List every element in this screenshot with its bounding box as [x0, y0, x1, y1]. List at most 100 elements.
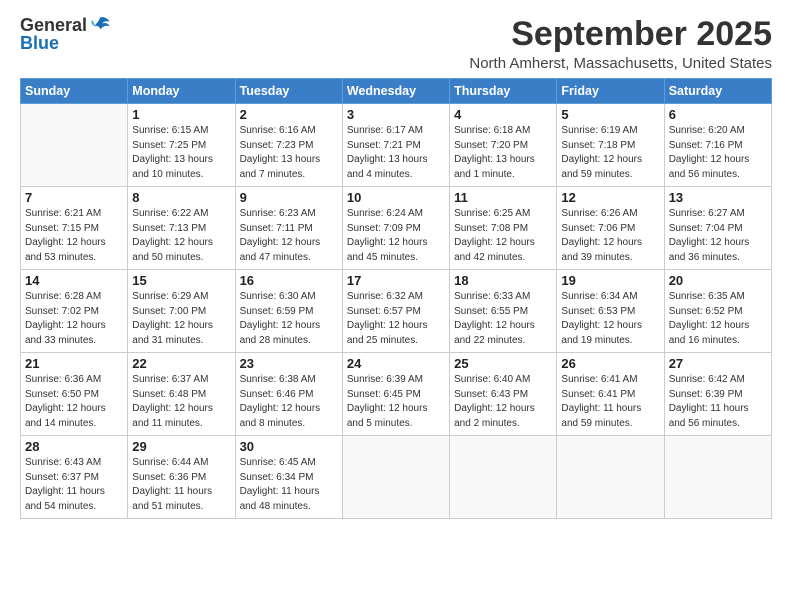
- weekday-header-row: Sunday Monday Tuesday Wednesday Thursday…: [21, 79, 772, 104]
- day-info: Sunrise: 6:34 AM Sunset: 6:53 PM Dayligh…: [561, 290, 659, 348]
- table-row: 6 Sunrise: 6:20 AM Sunset: 7:16 PM Daylig…: [664, 104, 771, 187]
- table-row: 26 Sunrise: 6:41 AM Sunset: 6:41 PM Dayli…: [557, 353, 664, 436]
- day-number: 7: [25, 190, 123, 205]
- header-sunday: Sunday: [21, 79, 128, 104]
- calendar-week-row: 14 Sunrise: 6:28 AM Sunset: 7:02 PM Dayli…: [21, 270, 772, 353]
- table-row: 21 Sunrise: 6:36 AM Sunset: 6:50 PM Dayli…: [21, 353, 128, 436]
- table-row: 24 Sunrise: 6:39 AM Sunset: 6:45 PM Dayli…: [342, 353, 449, 436]
- day-number: 11: [454, 190, 552, 205]
- day-info: Sunrise: 6:35 AM Sunset: 6:52 PM Dayligh…: [669, 290, 767, 348]
- header-monday: Monday: [128, 79, 235, 104]
- calendar-week-row: 1 Sunrise: 6:15 AM Sunset: 7:25 PM Daylig…: [21, 104, 772, 187]
- day-number: 1: [132, 107, 230, 122]
- calendar-table: Sunday Monday Tuesday Wednesday Thursday…: [20, 78, 772, 519]
- day-number: 21: [25, 356, 123, 371]
- calendar-page: General Blue September 2025 North Amhers…: [0, 0, 792, 612]
- table-row: 12 Sunrise: 6:26 AM Sunset: 7:06 PM Dayli…: [557, 187, 664, 270]
- day-info: Sunrise: 6:41 AM Sunset: 6:41 PM Dayligh…: [561, 373, 659, 431]
- day-info: Sunrise: 6:44 AM Sunset: 6:36 PM Dayligh…: [132, 456, 230, 514]
- day-number: 30: [240, 439, 338, 454]
- day-info: Sunrise: 6:16 AM Sunset: 7:23 PM Dayligh…: [240, 124, 338, 182]
- table-row: [557, 436, 664, 519]
- table-row: 5 Sunrise: 6:19 AM Sunset: 7:18 PM Daylig…: [557, 104, 664, 187]
- table-row: 27Sunrise: 6:42 AM Sunset: 6:39 PM Dayli…: [664, 353, 771, 436]
- day-number: 29: [132, 439, 230, 454]
- day-number: 22: [132, 356, 230, 371]
- table-row: 28Sunrise: 6:43 AM Sunset: 6:37 PM Dayli…: [21, 436, 128, 519]
- day-number: 26: [561, 356, 659, 371]
- day-info: Sunrise: 6:18 AM Sunset: 7:20 PM Dayligh…: [454, 124, 552, 182]
- day-info: Sunrise: 6:29 AM Sunset: 7:00 PM Dayligh…: [132, 290, 230, 348]
- day-info: Sunrise: 6:20 AM Sunset: 7:16 PM Dayligh…: [669, 124, 767, 182]
- day-info: Sunrise: 6:22 AM Sunset: 7:13 PM Dayligh…: [132, 207, 230, 265]
- day-number: 4: [454, 107, 552, 122]
- day-info: Sunrise: 6:19 AM Sunset: 7:18 PM Dayligh…: [561, 124, 659, 182]
- day-number: 25: [454, 356, 552, 371]
- logo-bird-icon: [89, 16, 111, 34]
- table-row: 20 Sunrise: 6:35 AM Sunset: 6:52 PM Dayli…: [664, 270, 771, 353]
- day-number: 18: [454, 273, 552, 288]
- table-row: 23 Sunrise: 6:38 AM Sunset: 6:46 PM Dayli…: [235, 353, 342, 436]
- day-number: 9: [240, 190, 338, 205]
- table-row: 8 Sunrise: 6:22 AM Sunset: 7:13 PM Daylig…: [128, 187, 235, 270]
- header: General Blue September 2025 North Amhers…: [20, 16, 772, 72]
- table-row: 2 Sunrise: 6:16 AM Sunset: 7:23 PM Daylig…: [235, 104, 342, 187]
- day-info: Sunrise: 6:30 AM Sunset: 6:59 PM Dayligh…: [240, 290, 338, 348]
- day-number: 27: [669, 356, 767, 371]
- table-row: [342, 436, 449, 519]
- day-info: Sunrise: 6:38 AM Sunset: 6:46 PM Dayligh…: [240, 373, 338, 431]
- day-info: Sunrise: 6:15 AM Sunset: 7:25 PM Dayligh…: [132, 124, 230, 182]
- day-info: Sunrise: 6:45 AM Sunset: 6:34 PM Dayligh…: [240, 456, 338, 514]
- day-number: 13: [669, 190, 767, 205]
- table-row: 25 Sunrise: 6:40 AM Sunset: 6:43 PM Dayli…: [450, 353, 557, 436]
- day-info: Sunrise: 6:27 AM Sunset: 7:04 PM Dayligh…: [669, 207, 767, 265]
- day-number: 8: [132, 190, 230, 205]
- day-info: Sunrise: 6:24 AM Sunset: 7:09 PM Dayligh…: [347, 207, 445, 265]
- table-row: 15 Sunrise: 6:29 AM Sunset: 7:00 PM Dayli…: [128, 270, 235, 353]
- title-block: September 2025 North Amherst, Massachuse…: [469, 16, 772, 72]
- day-number: 20: [669, 273, 767, 288]
- day-number: 3: [347, 107, 445, 122]
- location-title: North Amherst, Massachusetts, United Sta…: [469, 55, 772, 72]
- day-info: Sunrise: 6:26 AM Sunset: 7:06 PM Dayligh…: [561, 207, 659, 265]
- day-number: 17: [347, 273, 445, 288]
- day-info: Sunrise: 6:21 AM Sunset: 7:15 PM Dayligh…: [25, 207, 123, 265]
- logo: General Blue: [20, 16, 111, 52]
- table-row: [21, 104, 128, 187]
- day-number: 23: [240, 356, 338, 371]
- header-tuesday: Tuesday: [235, 79, 342, 104]
- day-info: Sunrise: 6:25 AM Sunset: 7:08 PM Dayligh…: [454, 207, 552, 265]
- day-number: 15: [132, 273, 230, 288]
- day-info: Sunrise: 6:17 AM Sunset: 7:21 PM Dayligh…: [347, 124, 445, 182]
- day-info: Sunrise: 6:36 AM Sunset: 6:50 PM Dayligh…: [25, 373, 123, 431]
- table-row: 14 Sunrise: 6:28 AM Sunset: 7:02 PM Dayli…: [21, 270, 128, 353]
- table-row: 19Sunrise: 6:34 AM Sunset: 6:53 PM Dayli…: [557, 270, 664, 353]
- month-title: September 2025: [469, 16, 772, 53]
- day-info: Sunrise: 6:40 AM Sunset: 6:43 PM Dayligh…: [454, 373, 552, 431]
- calendar-week-row: 7 Sunrise: 6:21 AM Sunset: 7:15 PM Daylig…: [21, 187, 772, 270]
- header-wednesday: Wednesday: [342, 79, 449, 104]
- table-row: 29 Sunrise: 6:44 AM Sunset: 6:36 PM Dayli…: [128, 436, 235, 519]
- day-number: 6: [669, 107, 767, 122]
- day-number: 12: [561, 190, 659, 205]
- day-info: Sunrise: 6:37 AM Sunset: 6:48 PM Dayligh…: [132, 373, 230, 431]
- table-row: 11 Sunrise: 6:25 AM Sunset: 7:08 PM Dayli…: [450, 187, 557, 270]
- day-number: 10: [347, 190, 445, 205]
- day-number: 14: [25, 273, 123, 288]
- table-row: 17Sunrise: 6:32 AM Sunset: 6:57 PM Dayli…: [342, 270, 449, 353]
- table-row: 18Sunrise: 6:33 AM Sunset: 6:55 PM Dayli…: [450, 270, 557, 353]
- day-info: Sunrise: 6:23 AM Sunset: 7:11 PM Dayligh…: [240, 207, 338, 265]
- day-info: Sunrise: 6:39 AM Sunset: 6:45 PM Dayligh…: [347, 373, 445, 431]
- table-row: 3 Sunrise: 6:17 AM Sunset: 7:21 PM Daylig…: [342, 104, 449, 187]
- day-number: 24: [347, 356, 445, 371]
- header-thursday: Thursday: [450, 79, 557, 104]
- table-row: [664, 436, 771, 519]
- table-row: 10 Sunrise: 6:24 AM Sunset: 7:09 PM Dayli…: [342, 187, 449, 270]
- day-number: 5: [561, 107, 659, 122]
- header-saturday: Saturday: [664, 79, 771, 104]
- calendar-week-row: 21 Sunrise: 6:36 AM Sunset: 6:50 PM Dayli…: [21, 353, 772, 436]
- header-friday: Friday: [557, 79, 664, 104]
- day-number: 2: [240, 107, 338, 122]
- table-row: [450, 436, 557, 519]
- day-info: Sunrise: 6:28 AM Sunset: 7:02 PM Dayligh…: [25, 290, 123, 348]
